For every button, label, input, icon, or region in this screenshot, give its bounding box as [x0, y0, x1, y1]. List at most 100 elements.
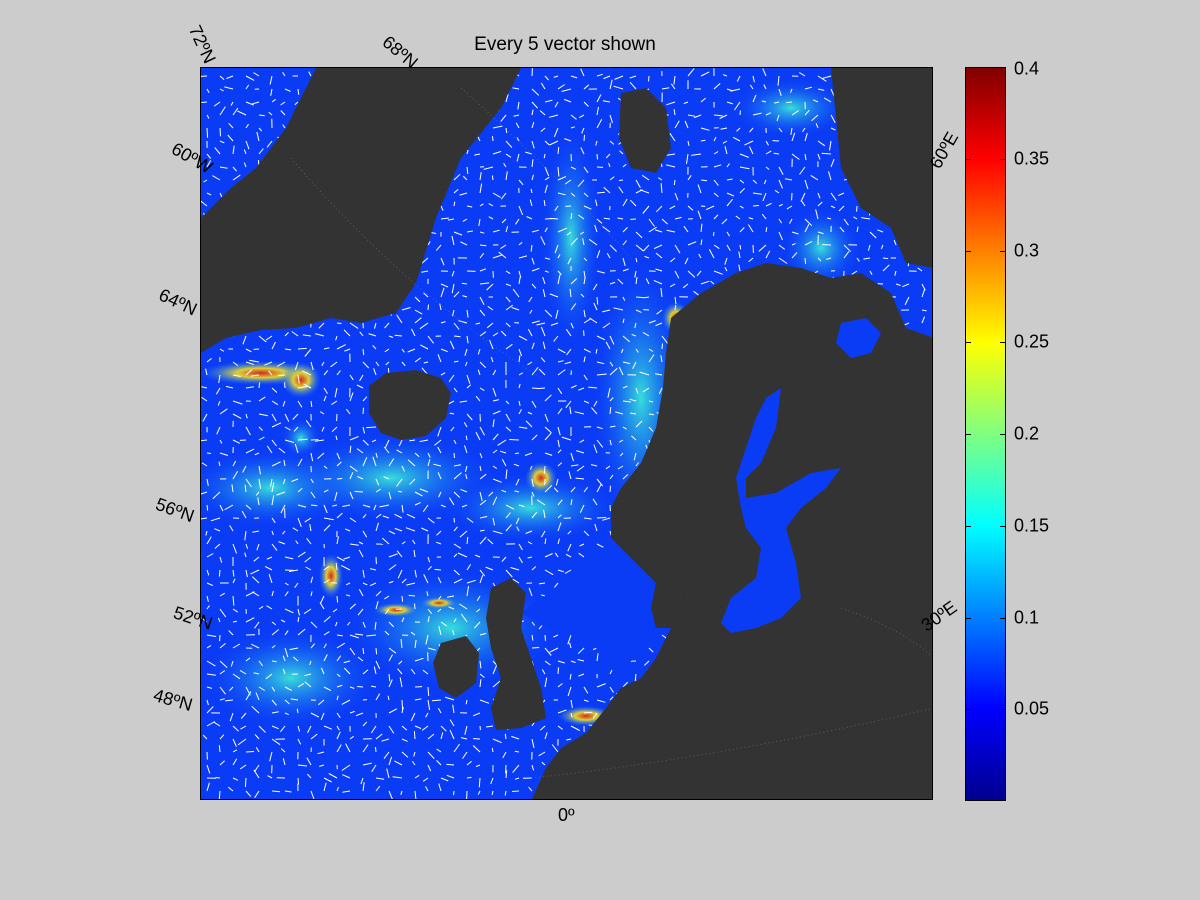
current-vector — [505, 770, 508, 779]
colorbar-tick-mark — [965, 709, 971, 711]
current-vector — [644, 296, 650, 299]
current-vector — [453, 517, 455, 523]
current-vector — [557, 667, 559, 675]
current-vector — [354, 490, 364, 493]
current-vector — [648, 75, 650, 82]
current-vector — [206, 127, 209, 138]
colorbar-tick-mark — [965, 67, 971, 68]
current-vector — [514, 750, 520, 753]
current-vector — [427, 686, 430, 697]
current-vector — [514, 452, 520, 455]
current-vector — [336, 478, 343, 480]
colorbar-tick-label: 0.3 — [1014, 240, 1040, 260]
current-vector — [258, 382, 261, 389]
current-vector — [296, 708, 299, 714]
colorbar-tick-mark — [1000, 342, 1006, 344]
lat-label-64: 64ºN — [155, 284, 201, 320]
current-vector — [505, 127, 508, 134]
current-vector — [512, 790, 520, 792]
current-vector — [278, 374, 286, 376]
current-vector — [739, 244, 742, 250]
current-vector — [362, 647, 365, 655]
current-vector — [479, 529, 485, 532]
colorbar-tick-mark — [965, 158, 971, 160]
current-vector — [773, 152, 780, 155]
current-vector — [219, 127, 221, 137]
colorbar-tick-mark — [1000, 67, 1006, 68]
colorbar-tick-label: 0.2 — [1014, 423, 1040, 444]
current-vector — [618, 179, 624, 181]
current-vector — [414, 603, 416, 610]
current-vector — [401, 595, 404, 602]
current-vector — [583, 134, 585, 142]
colorbar-tick-mark — [1000, 709, 1006, 711]
current-vector — [752, 205, 760, 207]
colorbar-tick-mark — [965, 617, 971, 619]
colorbar-tick-mark — [1000, 525, 1006, 527]
current-vector — [413, 731, 416, 740]
current-vector — [491, 175, 494, 181]
current-vector — [804, 257, 807, 264]
figure: Every 5 vector shown 72ºN 68ºN 60ºW 64ºN… — [0, 0, 1200, 900]
current-vector — [453, 452, 455, 459]
current-vector — [297, 438, 308, 441]
current-vector — [218, 569, 221, 577]
current-vector — [504, 733, 507, 740]
current-vector — [244, 777, 247, 788]
current-vector — [609, 485, 611, 493]
current-vector — [557, 147, 560, 155]
colorbar-tick-mark — [965, 525, 971, 527]
current-vector — [596, 191, 605, 194]
colorbar-tick-mark — [1000, 250, 1006, 252]
current-vector — [446, 763, 455, 766]
lat-label-48: 48ºN — [151, 684, 195, 716]
current-vector — [478, 777, 481, 788]
current-vector — [206, 452, 212, 454]
current-vector — [427, 304, 429, 311]
current-vector — [466, 776, 472, 779]
current-vector — [218, 745, 221, 753]
colorbar-tick-mark — [965, 250, 971, 252]
current-vector — [297, 347, 307, 350]
current-vector — [362, 407, 364, 415]
current-vector — [531, 647, 540, 649]
current-vector — [336, 595, 339, 603]
current-vector — [596, 517, 607, 519]
current-vector — [550, 217, 559, 220]
current-vector — [336, 322, 342, 324]
lat-label-56: 56ºN — [152, 493, 198, 527]
current-vector — [434, 568, 442, 571]
current-vector — [786, 101, 793, 104]
current-vector — [673, 179, 676, 186]
colorbar-tick-label: 0.05 — [1014, 698, 1050, 719]
current-vector — [882, 257, 889, 260]
figure-title: Every 5 vector shown — [474, 34, 656, 55]
current-vector — [700, 179, 708, 182]
current-vector — [492, 136, 494, 142]
current-vector — [215, 777, 221, 779]
colorbar-tick-label: 0.4 — [1014, 58, 1040, 79]
current-vector — [596, 153, 598, 160]
current-vector — [366, 426, 377, 429]
colorbar-tick-label: 0.1 — [1014, 607, 1040, 627]
current-vector — [310, 504, 318, 507]
colorbar-tick-label: 0.35 — [1014, 148, 1050, 169]
current-vector — [661, 343, 663, 350]
map-panel[interactable] — [200, 67, 933, 800]
current-vector — [206, 504, 209, 511]
lon-label-0: 0º — [558, 805, 575, 825]
current-vector — [245, 751, 255, 753]
current-vector — [583, 711, 593, 714]
colorbar-tick-mark — [1000, 617, 1006, 619]
current-vector — [537, 387, 546, 390]
colorbar-tick-mark — [1000, 158, 1006, 160]
current-vector — [201, 101, 208, 103]
colorbar-tick-mark — [965, 342, 971, 344]
current-vector — [544, 634, 546, 641]
colorbar-tick-mark — [1000, 434, 1006, 435]
map-svg — [201, 68, 932, 799]
current-vector — [596, 296, 599, 305]
current-vector — [375, 746, 377, 753]
current-vector — [713, 231, 715, 237]
colorbar-tick-label: 0.25 — [1014, 331, 1050, 352]
